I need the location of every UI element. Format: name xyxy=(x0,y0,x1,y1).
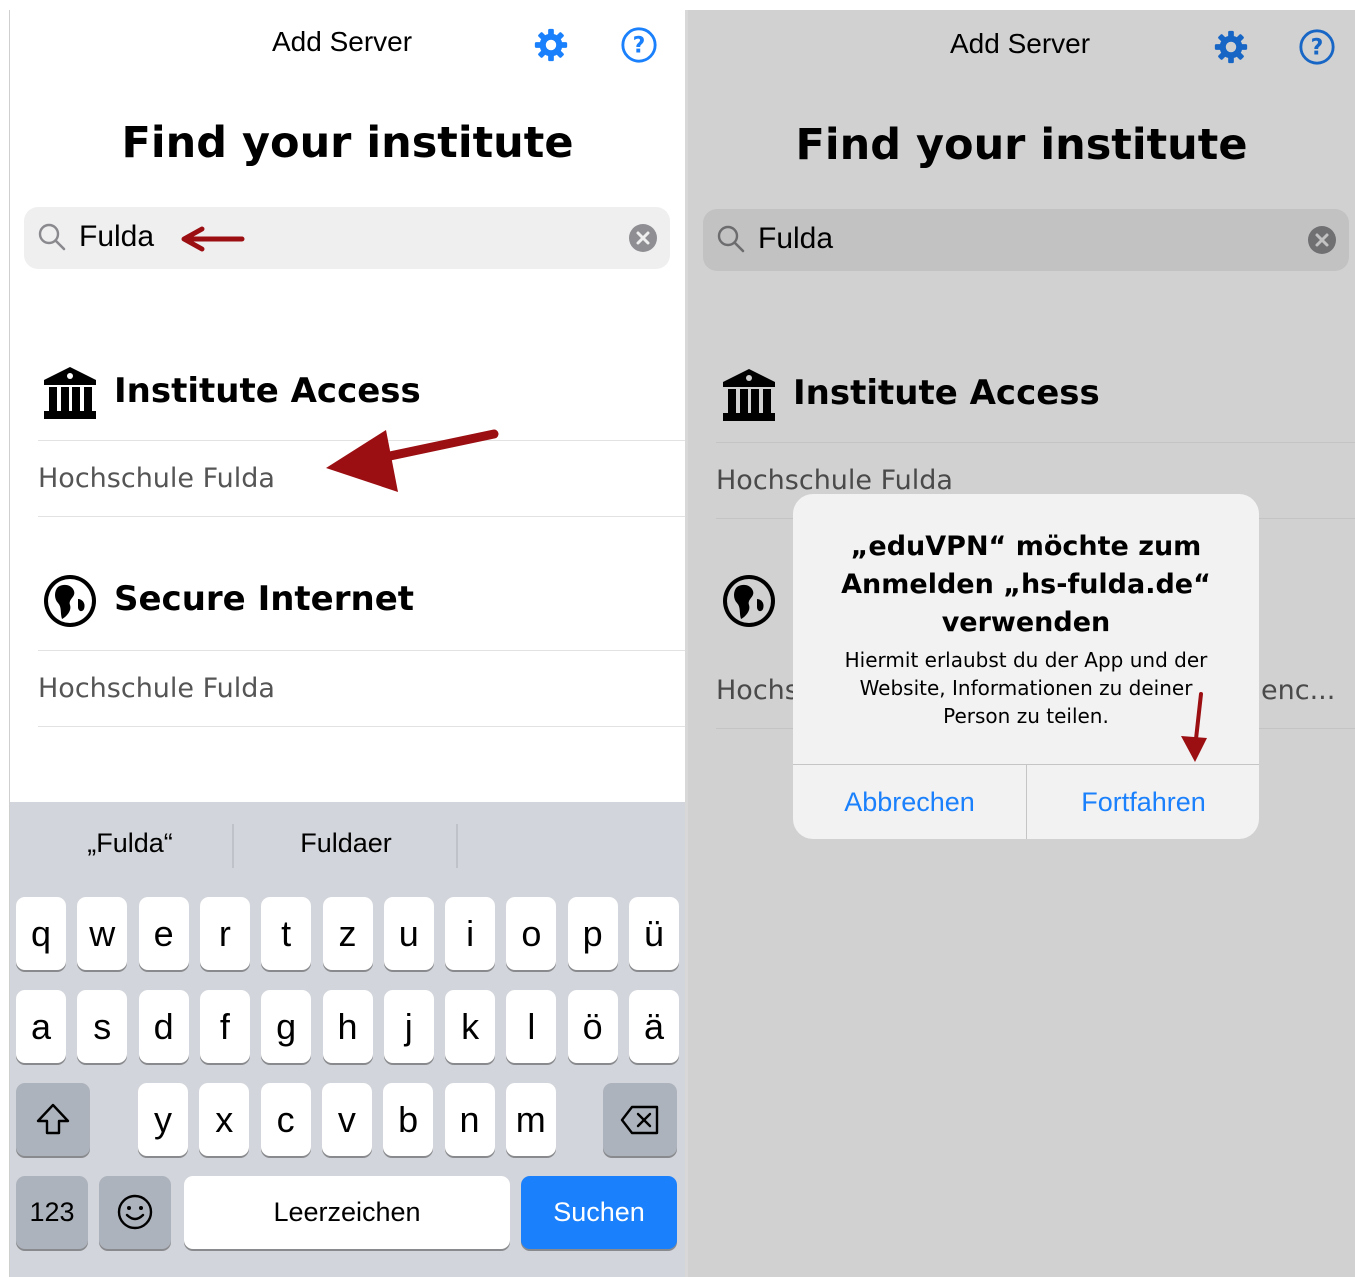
key-n[interactable]: n xyxy=(444,1083,495,1156)
right-screen: Add Server ? Find your institute Fulda I… xyxy=(688,10,1355,1277)
list-item[interactable]: Hochschule Fulda xyxy=(716,465,953,496)
key-b[interactable]: b xyxy=(383,1083,434,1156)
key-o[interactable]: o xyxy=(506,897,557,970)
divider xyxy=(232,824,234,868)
search-field[interactable]: Fulda xyxy=(24,207,670,269)
key-ü[interactable]: ü xyxy=(629,897,679,970)
clear-icon[interactable] xyxy=(628,223,658,253)
continue-button[interactable]: Fortfahren xyxy=(1027,765,1259,839)
search-icon xyxy=(717,225,745,253)
annotation-arrow xyxy=(1181,692,1207,762)
key-a[interactable]: a xyxy=(16,990,66,1063)
key-s[interactable]: s xyxy=(77,990,128,1063)
divider xyxy=(38,516,685,517)
key-k[interactable]: k xyxy=(445,990,496,1063)
divider xyxy=(456,824,458,868)
key-m[interactable]: m xyxy=(505,1083,556,1156)
section-title: Institute Access xyxy=(793,373,1100,413)
divider xyxy=(38,650,685,651)
search-input[interactable]: Fulda xyxy=(758,222,833,256)
search-key[interactable]: Suchen xyxy=(521,1176,677,1249)
list-item[interactable]: Hochschule Fulda xyxy=(38,673,275,704)
key-z[interactable]: z xyxy=(322,897,373,970)
search-field[interactable]: Fulda xyxy=(703,209,1349,271)
key-v[interactable]: v xyxy=(321,1083,372,1156)
section-title: Secure Internet xyxy=(114,579,415,619)
key-t[interactable]: t xyxy=(261,897,312,970)
svg-text:?: ? xyxy=(633,34,646,59)
key-c[interactable]: c xyxy=(260,1083,311,1156)
key-u[interactable]: u xyxy=(383,897,434,970)
annotation-arrow xyxy=(326,429,499,492)
emoji-key[interactable] xyxy=(99,1176,171,1249)
cancel-button[interactable]: Abbrechen xyxy=(793,765,1026,839)
institution-icon xyxy=(44,367,96,419)
frame-top xyxy=(0,0,1355,10)
numbers-key[interactable]: 123 xyxy=(16,1176,88,1249)
shift-icon xyxy=(36,1103,70,1135)
globe-icon xyxy=(723,575,775,627)
key-e[interactable]: e xyxy=(138,897,189,970)
suggestion-1[interactable]: „Fulda“ xyxy=(30,828,230,859)
list-item-partial: enc... xyxy=(1261,675,1336,706)
shift-key[interactable] xyxy=(16,1083,90,1156)
globe-icon xyxy=(44,575,96,627)
key-y[interactable]: y xyxy=(138,1083,188,1156)
clear-icon[interactable] xyxy=(1307,225,1337,255)
nav-title: Add Server xyxy=(950,28,1091,59)
dialog-message: Hiermit erlaubst du der App und der Webs… xyxy=(844,648,1208,728)
frame-border xyxy=(9,10,10,1277)
help-icon[interactable]: ? xyxy=(1298,28,1336,66)
left-screen: Add Server ? Find your institute Fulda I… xyxy=(10,10,685,1277)
key-x[interactable]: x xyxy=(199,1083,250,1156)
key-h[interactable]: h xyxy=(322,990,373,1063)
dialog-title: „eduVPN“ möchte zum Anmelden „hs-fulda.d… xyxy=(841,531,1211,638)
divider xyxy=(716,442,1355,443)
keyboard: „Fulda“ Fuldaer 123 Leerzeichen Suchen q… xyxy=(10,802,685,1277)
institution-icon xyxy=(723,369,775,421)
key-d[interactable]: d xyxy=(138,990,189,1063)
page-title: Find your institute xyxy=(121,118,574,168)
permission-dialog: „eduVPN“ möchte zum Anmelden „hs-fulda.d… xyxy=(793,494,1259,839)
backspace-icon xyxy=(620,1105,659,1135)
suggestion-2[interactable]: Fuldaer xyxy=(246,828,446,859)
key-w[interactable]: w xyxy=(77,897,128,970)
key-ö[interactable]: ö xyxy=(567,990,618,1063)
search-icon xyxy=(38,223,66,251)
help-icon[interactable]: ? xyxy=(620,26,658,64)
backspace-key[interactable] xyxy=(603,1083,677,1156)
key-j[interactable]: j xyxy=(383,990,434,1063)
list-item-partial: Hochs xyxy=(716,675,799,706)
key-ä[interactable]: ä xyxy=(629,990,679,1063)
list-item[interactable]: Hochschule Fulda xyxy=(38,463,275,494)
gear-icon[interactable] xyxy=(1212,28,1250,66)
space-key[interactable]: Leerzeichen xyxy=(184,1176,510,1249)
key-p[interactable]: p xyxy=(567,897,618,970)
nav-title: Add Server xyxy=(272,26,413,57)
section-title: Institute Access xyxy=(114,371,421,411)
key-g[interactable]: g xyxy=(261,990,312,1063)
key-q[interactable]: q xyxy=(16,897,66,970)
page-title: Find your institute xyxy=(795,120,1248,170)
key-i[interactable]: i xyxy=(445,897,496,970)
key-l[interactable]: l xyxy=(506,990,557,1063)
key-f[interactable]: f xyxy=(199,990,250,1063)
svg-text:?: ? xyxy=(1311,36,1324,61)
search-input[interactable]: Fulda xyxy=(79,220,154,254)
gear-icon[interactable] xyxy=(532,26,570,64)
divider xyxy=(38,726,685,727)
annotation-arrow xyxy=(181,226,245,252)
key-r[interactable]: r xyxy=(199,897,250,970)
emoji-icon xyxy=(117,1194,153,1230)
